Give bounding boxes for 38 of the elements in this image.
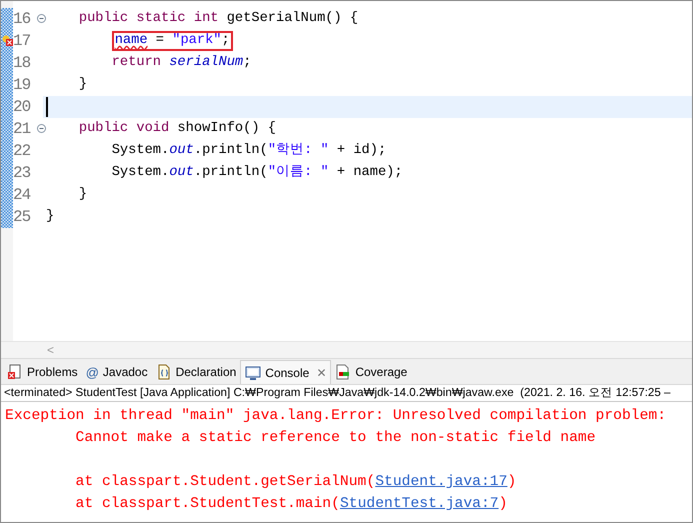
line-number: 20	[13, 97, 30, 118]
report-icon	[335, 364, 352, 380]
code-line: public void showInfo() {	[78, 120, 276, 138]
document-icon	[156, 364, 172, 380]
code-line: return serialNum;	[110, 54, 252, 72]
panel-tab[interactable]: @ Javadoc	[82, 360, 152, 384]
panel-tab[interactable]: Coverage	[331, 360, 412, 384]
source-link[interactable]: Student.java:17	[375, 474, 508, 490]
line-number: 21	[13, 119, 30, 140]
warning-list-icon	[7, 364, 23, 380]
collapse-icon[interactable]	[37, 14, 46, 23]
line-number: 23	[13, 163, 30, 184]
console-line: at classpart.StudentTest.main(StudentTest.java:7)	[74, 496, 508, 512]
close-icon[interactable]: ✕	[316, 364, 326, 382]
at-sign-icon: @	[86, 366, 99, 378]
collapse-icon[interactable]	[37, 124, 46, 133]
panel-tab[interactable]: Problems	[3, 360, 82, 384]
console-line: Exception in thread "main" java.lang.Error: Unresolved compilation problem:	[5, 408, 668, 424]
line-number: 19	[13, 75, 30, 96]
line-number: 16	[13, 9, 30, 30]
line-number: 18	[13, 53, 30, 74]
monitor-icon	[245, 364, 262, 380]
console-header: <terminated> StudentTest [Java Application] C:₩Program Files₩Java₩jdk-14.0.2₩bin₩javaw.exe (2021. 2. 16. 오전 12:57:25 –	[1, 384, 692, 401]
code-line: }	[78, 186, 88, 204]
console-line: at classpart.Student.getSerialNum(Student.java:17)	[74, 474, 516, 490]
code-line: System.out.println("학번: " + id);	[110, 142, 386, 160]
code-line: }	[46, 208, 54, 226]
line-number: 22	[13, 141, 30, 162]
panel-tab[interactable]: Console ✕	[240, 360, 332, 384]
line-number: 17	[13, 31, 30, 52]
panel-tab[interactable]: Declaration	[152, 360, 240, 384]
line-number: 24	[13, 185, 30, 206]
code-line: System.out.println("이름: " + name);	[110, 164, 403, 182]
source-link[interactable]: StudentTest.java:7	[340, 496, 499, 512]
code-line: }	[78, 76, 88, 94]
code-line: public static int getSerialNum() {	[78, 10, 358, 28]
line-number: 25	[13, 207, 30, 228]
console-line: Cannot make a static reference to the non-static field name	[74, 430, 596, 446]
